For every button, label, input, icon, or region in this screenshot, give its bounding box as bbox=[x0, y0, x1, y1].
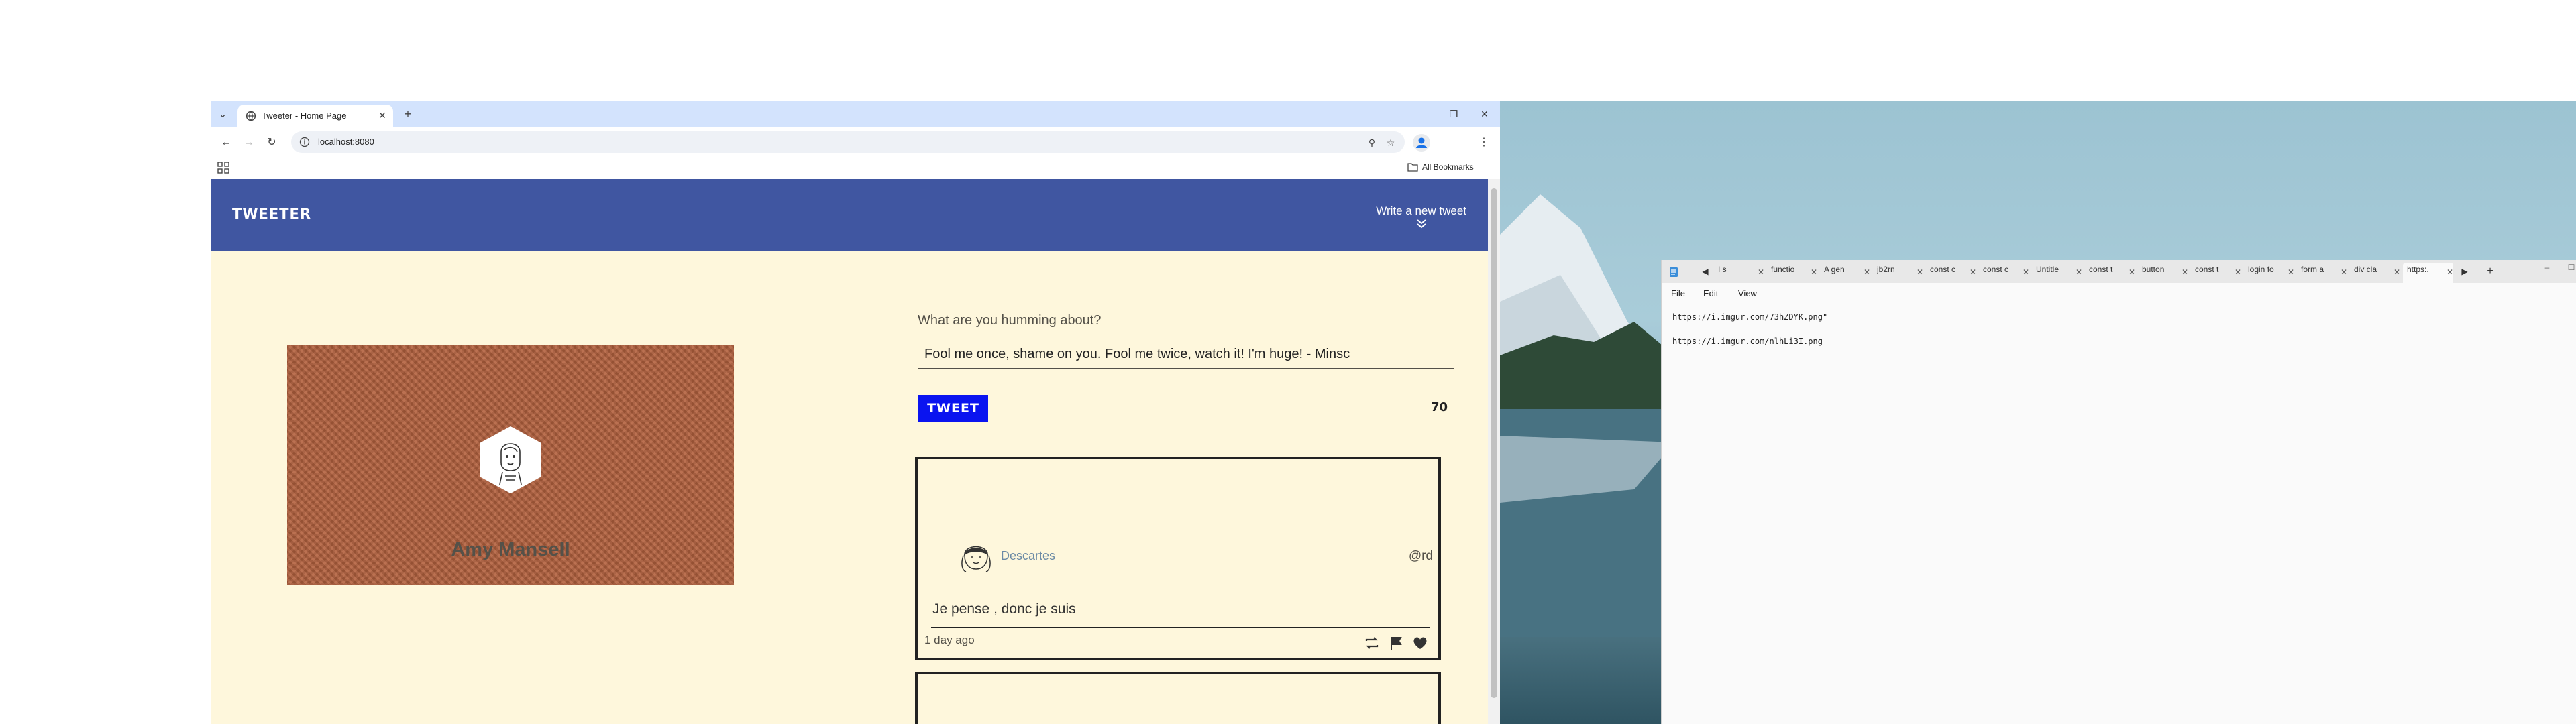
tweet-textarea[interactable]: Fool me once, shame on you. Fool me twic… bbox=[918, 343, 1454, 369]
editor-tab-close-icon[interactable]: ✕ bbox=[2341, 265, 2349, 280]
heart-icon[interactable] bbox=[1411, 635, 1429, 651]
profile-avatar-button[interactable] bbox=[1413, 134, 1430, 152]
editor-tab[interactable]: login fo bbox=[2248, 265, 2285, 280]
tweet-submit-button[interactable]: TWEET bbox=[918, 395, 988, 422]
editor-tab[interactable]: button bbox=[2142, 265, 2179, 280]
editor-tab-close-icon[interactable]: ✕ bbox=[2235, 265, 2243, 280]
reload-button[interactable]: ↻ bbox=[263, 134, 280, 152]
editor-tab-close-icon[interactable]: ✕ bbox=[2076, 265, 2084, 280]
editor-tab[interactable]: const c bbox=[1983, 265, 2020, 280]
editor-tab[interactable]: I s bbox=[1718, 265, 1755, 280]
editor-minimize-button[interactable]: – bbox=[2540, 263, 2554, 272]
tweet-author-handle: @rd bbox=[1408, 549, 1433, 563]
apps-grid-icon[interactable] bbox=[217, 162, 229, 174]
tweet-timestamp: 1 day ago bbox=[924, 634, 975, 646]
editor-tab[interactable]: https:. bbox=[2407, 265, 2444, 280]
url-text: localhost:8080 bbox=[318, 137, 374, 147]
editor-tab[interactable]: A gen bbox=[1824, 265, 1861, 280]
editor-text-area[interactable]: https://i.imgur.com/73hZDYK.png" https:/… bbox=[1662, 303, 2576, 724]
text-editor-window: ◀ I s ✕ functio ✕ A gen ✕ jb2rn ✕ const c ✕ const … bbox=[1661, 260, 2576, 724]
editor-tabbar: ◀ I s ✕ functio ✕ A gen ✕ jb2rn ✕ const c ✕ const … bbox=[1662, 260, 2576, 283]
page-scrollbar[interactable] bbox=[1488, 179, 1500, 724]
back-button[interactable]: ← bbox=[217, 134, 235, 152]
tweet-card: Descartes @rd Je pense , donc je suis 1 … bbox=[915, 457, 1441, 660]
menu-view[interactable]: View bbox=[1738, 288, 1757, 298]
close-window-button[interactable]: ✕ bbox=[1474, 106, 1495, 122]
editor-tab[interactable]: jb2rn bbox=[1877, 265, 1914, 280]
editor-tab[interactable]: functio bbox=[1771, 265, 1808, 280]
editor-tab[interactable]: const c bbox=[1930, 265, 1967, 280]
compose-label: What are you humming about? bbox=[918, 313, 1102, 328]
browser-tab-active[interactable]: Tweeter - Home Page ✕ bbox=[237, 105, 393, 127]
menu-file[interactable]: File bbox=[1671, 288, 1685, 298]
menu-edit[interactable]: Edit bbox=[1703, 288, 1718, 298]
minimize-button[interactable]: – bbox=[1413, 106, 1433, 122]
editor-line: https://i.imgur.com/nlhLi3I.png bbox=[1672, 337, 1823, 346]
scroll-tabs-right-icon[interactable]: ▶ bbox=[2459, 265, 2471, 278]
character-counter: 70 bbox=[1430, 400, 1448, 414]
address-bar[interactable]: localhost:8080 ⚲ ☆ bbox=[291, 131, 1405, 153]
double-chevron-down-icon bbox=[1416, 219, 1426, 229]
tab-title: Tweeter - Home Page bbox=[262, 111, 347, 121]
forward-button[interactable]: → bbox=[240, 134, 258, 152]
profile-name: Amy Mansell bbox=[451, 539, 570, 560]
editor-tab-close-icon[interactable]: ✕ bbox=[1758, 265, 1766, 280]
editor-tab-close-icon[interactable]: ✕ bbox=[1864, 265, 1872, 280]
browser-tabstrip: ⌄ Tweeter - Home Page ✕ + – ❐ ✕ bbox=[211, 101, 1500, 127]
tweet-body: Je pense , donc je suis bbox=[931, 600, 1430, 628]
retweet-icon[interactable] bbox=[1363, 635, 1381, 651]
browser-toolbar: ← → ↻ localhost:8080 ⚲ ☆ ⋮ bbox=[211, 127, 1500, 157]
editor-tab-close-icon[interactable]: ✕ bbox=[1811, 265, 1819, 280]
browser-menu-button[interactable]: ⋮ bbox=[1477, 134, 1491, 152]
write-new-tweet-link[interactable]: Write a new tweet bbox=[1376, 204, 1466, 229]
notepad-app-icon bbox=[1670, 267, 1678, 277]
tab-search-button[interactable]: ⌄ bbox=[215, 106, 231, 122]
site-info-icon[interactable] bbox=[299, 137, 310, 147]
folder-icon bbox=[1407, 163, 1418, 172]
editor-tab-close-icon[interactable]: ✕ bbox=[1970, 265, 1978, 280]
editor-tab-close-icon[interactable]: ✕ bbox=[2447, 265, 2455, 280]
editor-tab[interactable]: form a bbox=[2301, 265, 2338, 280]
desktop: ⌄ Tweeter - Home Page ✕ + – ❐ ✕ ← → ↻ lo… bbox=[0, 0, 2576, 724]
all-bookmarks-link[interactable]: All Bookmarks bbox=[1422, 162, 1474, 172]
tab-close-icon[interactable]: ✕ bbox=[376, 109, 389, 122]
scroll-tabs-left-icon[interactable]: ◀ bbox=[1699, 265, 1711, 278]
site-header: TWEETER Write a new tweet bbox=[211, 179, 1488, 251]
editor-tab[interactable]: const t bbox=[2089, 265, 2126, 280]
tweet-author-avatar bbox=[961, 546, 991, 572]
editor-tab-close-icon[interactable]: ✕ bbox=[1917, 265, 1925, 280]
restore-button[interactable]: ❐ bbox=[1444, 106, 1464, 122]
editor-tab[interactable]: Untitle bbox=[2036, 265, 2073, 280]
editor-menubar: File Edit View bbox=[1662, 283, 2576, 303]
flag-icon[interactable] bbox=[1387, 635, 1405, 651]
new-editor-tab-button[interactable]: + bbox=[2484, 265, 2496, 278]
page-viewport: TWEETER Write a new tweet Amy Mansell Wh… bbox=[211, 179, 1488, 724]
editor-tab[interactable]: const t bbox=[2195, 265, 2232, 280]
site-logo[interactable]: TWEETER bbox=[232, 206, 311, 222]
editor-tab-close-icon[interactable]: ✕ bbox=[2023, 265, 2031, 280]
scrollbar-thumb[interactable] bbox=[1491, 188, 1497, 698]
editor-tab-close-icon[interactable]: ✕ bbox=[2394, 265, 2402, 280]
profile-card: Amy Mansell bbox=[287, 345, 734, 585]
bookmark-star-icon[interactable]: ☆ bbox=[1383, 135, 1398, 150]
editor-tab-close-icon[interactable]: ✕ bbox=[2129, 265, 2137, 280]
zoom-icon[interactable]: ⚲ bbox=[1364, 135, 1379, 150]
write-new-tweet-label: Write a new tweet bbox=[1376, 204, 1466, 217]
globe-icon bbox=[246, 111, 256, 121]
tweet-card-partial bbox=[915, 672, 1441, 724]
new-tab-button[interactable]: + bbox=[400, 106, 416, 122]
editor-maximize-button[interactable]: ☐ bbox=[2565, 263, 2576, 272]
editor-tab-close-icon[interactable]: ✕ bbox=[2288, 265, 2296, 280]
editor-tab[interactable]: div cla bbox=[2354, 265, 2391, 280]
bookmarks-bar: All Bookmarks bbox=[211, 157, 1500, 178]
editor-tab-close-icon[interactable]: ✕ bbox=[2182, 265, 2190, 280]
browser-window: ⌄ Tweeter - Home Page ✕ + – ❐ ✕ ← → ↻ lo… bbox=[211, 101, 1500, 724]
editor-line: https://i.imgur.com/73hZDYK.png" bbox=[1672, 312, 1828, 322]
profile-avatar bbox=[480, 426, 541, 493]
tweet-author-name: Descartes bbox=[1001, 549, 1056, 562]
person-icon bbox=[1416, 137, 1427, 148]
